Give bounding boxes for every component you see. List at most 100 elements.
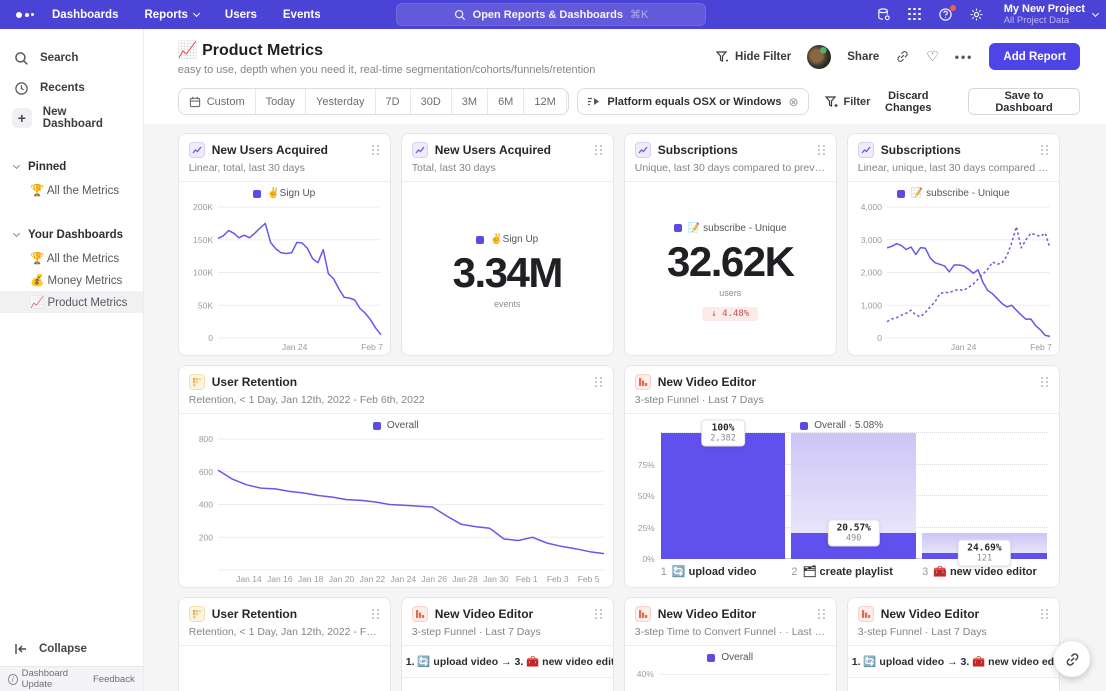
project-selector[interactable]: My New Project All Project Data <box>1004 3 1100 26</box>
share-button[interactable]: Share <box>847 51 879 63</box>
range-6m[interactable]: 6M <box>487 89 523 114</box>
drag-handle-icon[interactable] <box>817 144 826 156</box>
info-icon: i <box>8 673 18 685</box>
nav-reports[interactable]: Reports <box>144 9 200 21</box>
apps-grid-icon[interactable] <box>907 7 923 23</box>
card-subtitle: 3-step Funnel · Last 7 Days <box>411 626 541 638</box>
filter-applied-icon <box>588 97 600 106</box>
line-chart[interactable]: 800 600 400 200 Jan 14 Jan 16 Jan 18 Jan 20 Jan … <box>182 433 610 585</box>
more-options-icon[interactable]: ••• <box>955 50 974 64</box>
plus-icon: + <box>12 108 32 128</box>
drag-handle-icon[interactable] <box>594 608 603 620</box>
avatar[interactable] <box>807 44 832 69</box>
mixpanel-logo-icon[interactable] <box>16 11 34 18</box>
copy-link-icon[interactable] <box>895 49 910 64</box>
partial-chart-ytick: 40% <box>625 665 836 679</box>
funnel-step-label[interactable]: 2 🗂 create playlist <box>791 565 916 579</box>
sidebar-new-dashboard[interactable]: + New Dashboard <box>0 103 143 133</box>
svg-text:Jan 16: Jan 16 <box>267 574 293 584</box>
range-label: Today <box>265 95 295 108</box>
card-subtitle: Unique, last 30 days compared to previou… <box>634 162 826 174</box>
legend-label: Overall <box>386 420 419 431</box>
sidebar-recents[interactable]: Recents <box>0 73 143 103</box>
nav-dashboards[interactable]: Dashboards <box>52 9 118 21</box>
range-yesterday[interactable]: Yesterday <box>305 89 375 114</box>
drag-handle-icon[interactable] <box>1040 376 1049 388</box>
discard-changes-button[interactable]: Discard Changes <box>870 90 946 114</box>
nav-users[interactable]: Users <box>225 9 257 21</box>
chevron-down-icon <box>12 161 21 170</box>
metric-value: 32.62K <box>667 237 795 285</box>
your-dashboards-section-header[interactable]: Your Dashboards <box>0 223 143 247</box>
drag-handle-icon[interactable] <box>371 608 380 620</box>
range-7d[interactable]: 7D <box>374 89 410 114</box>
remove-filter-icon[interactable]: ⊗ <box>788 95 798 109</box>
card-title: New Video Editor <box>880 607 980 621</box>
retention-chart-icon <box>188 374 205 390</box>
chart-legend: Overall <box>179 414 613 433</box>
sidebar-search[interactable]: Search <box>0 43 143 73</box>
drag-handle-icon[interactable] <box>371 144 380 156</box>
pinned-section-header[interactable]: Pinned <box>0 155 143 179</box>
chevron-down-icon <box>192 9 200 17</box>
funnel-conversion-selector[interactable]: 1. 🔄 upload video → 3. 🧰 new video edito… <box>401 646 613 678</box>
add-report-button[interactable]: Add Report <box>989 43 1080 70</box>
funnel-step-bar[interactable]: 24.69% 121 <box>922 433 1047 567</box>
feedback-link[interactable]: Feedback <box>93 674 135 685</box>
sidebar-item-all-the-metrics[interactable]: 🏆 All the Metrics <box>0 179 143 201</box>
nav-events[interactable]: Events <box>283 9 321 21</box>
svg-text:Jan 30: Jan 30 <box>483 574 509 584</box>
data-management-icon[interactable] <box>876 7 892 23</box>
drag-handle-icon[interactable] <box>594 376 603 388</box>
funnel-step-bar[interactable]: 100% 2,382 <box>660 419 786 559</box>
collapse-sidebar-button[interactable]: Collapse <box>0 632 143 666</box>
global-search-input[interactable]: Open Reports & Dashboards ⌘K <box>396 3 706 26</box>
legend-swatch <box>476 235 485 244</box>
chart-legend: 📝 subscribe - Unique <box>848 182 1059 201</box>
range-today[interactable]: Today <box>254 89 305 114</box>
drag-handle-icon[interactable] <box>594 144 603 156</box>
svg-text:0: 0 <box>208 333 213 343</box>
sidebar-item-money-metrics[interactable]: 💰 Money Metrics <box>0 269 143 291</box>
drag-handle-icon[interactable] <box>817 608 826 620</box>
svg-text:200K: 200K <box>193 202 213 212</box>
funnel-step-label[interactable]: 1 🔄 upload video <box>661 565 786 579</box>
filter-chip-platform[interactable]: Platform equals OSX or Windows ⊗ <box>577 88 809 115</box>
settings-gear-icon[interactable] <box>969 7 985 23</box>
line-chart[interactable]: 4,000 3,000 2,000 1,000 0 Jan 24 Feb 7 <box>851 201 1056 353</box>
clock-icon <box>15 81 28 95</box>
insight-chart-icon <box>634 142 651 158</box>
drag-handle-icon[interactable] <box>1040 608 1049 620</box>
calendar-icon <box>189 96 200 107</box>
insight-chart-icon <box>188 142 205 158</box>
funnel-chart-icon <box>634 374 651 390</box>
card-subtitle: 3-step Funnel · Last 7 Days <box>857 626 987 638</box>
sidebar-item-label: 📈 Product Metrics <box>30 297 128 309</box>
funnel-step-bar[interactable]: 20.57% 490 <box>791 433 917 559</box>
range-30d[interactable]: 30D <box>409 89 451 114</box>
save-to-dashboard-button[interactable]: Save to Dashboard <box>968 88 1080 115</box>
card-title: New Users Acquired <box>434 143 551 157</box>
drag-handle-icon[interactable] <box>1040 144 1049 156</box>
dashboard-update-link[interactable]: Dashboard Update <box>22 668 89 690</box>
help-icon[interactable] <box>938 4 956 23</box>
line-chart[interactable]: 200K 150K 100K 50K 0 Jan 24 Feb 7 <box>182 201 387 353</box>
filter-button[interactable]: Filter <box>824 96 870 108</box>
funnel-chart[interactable]: Overall · 5.08% 75% 50% 25% 0% 100% 2,382 20.5… <box>625 414 1059 587</box>
funnel-conversion-selector[interactable]: 1. 🔄 upload video → 3. 🧰 new video edito… <box>847 646 1059 678</box>
favorite-heart-icon[interactable]: ♡ <box>926 48 939 65</box>
card-user-retention: User Retention Retention, < 1 Day, Jan 1… <box>177 365 614 588</box>
ytick-label: 40% <box>636 669 654 679</box>
nav-dashboards-label: Dashboards <box>52 8 119 21</box>
hide-filter-button[interactable]: Hide Filter <box>716 51 791 63</box>
search-icon <box>15 51 28 65</box>
funnel-step-label[interactable]: 3 🧰 new video editor <box>922 565 1047 579</box>
sidebar-item-all-the-metrics[interactable]: 🏆 All the Metrics <box>0 247 143 269</box>
range-custom[interactable]: Custom <box>179 89 255 114</box>
card-subtitle: 3-step Funnel · Last 7 Days <box>634 394 764 406</box>
range-default[interactable]: Default <box>565 89 569 114</box>
range-3m[interactable]: 3M <box>450 89 487 114</box>
copy-link-fab[interactable] <box>1054 641 1090 677</box>
range-12m[interactable]: 12M <box>523 89 565 114</box>
sidebar-item-product-metrics[interactable]: 📈 Product Metrics <box>0 291 143 313</box>
